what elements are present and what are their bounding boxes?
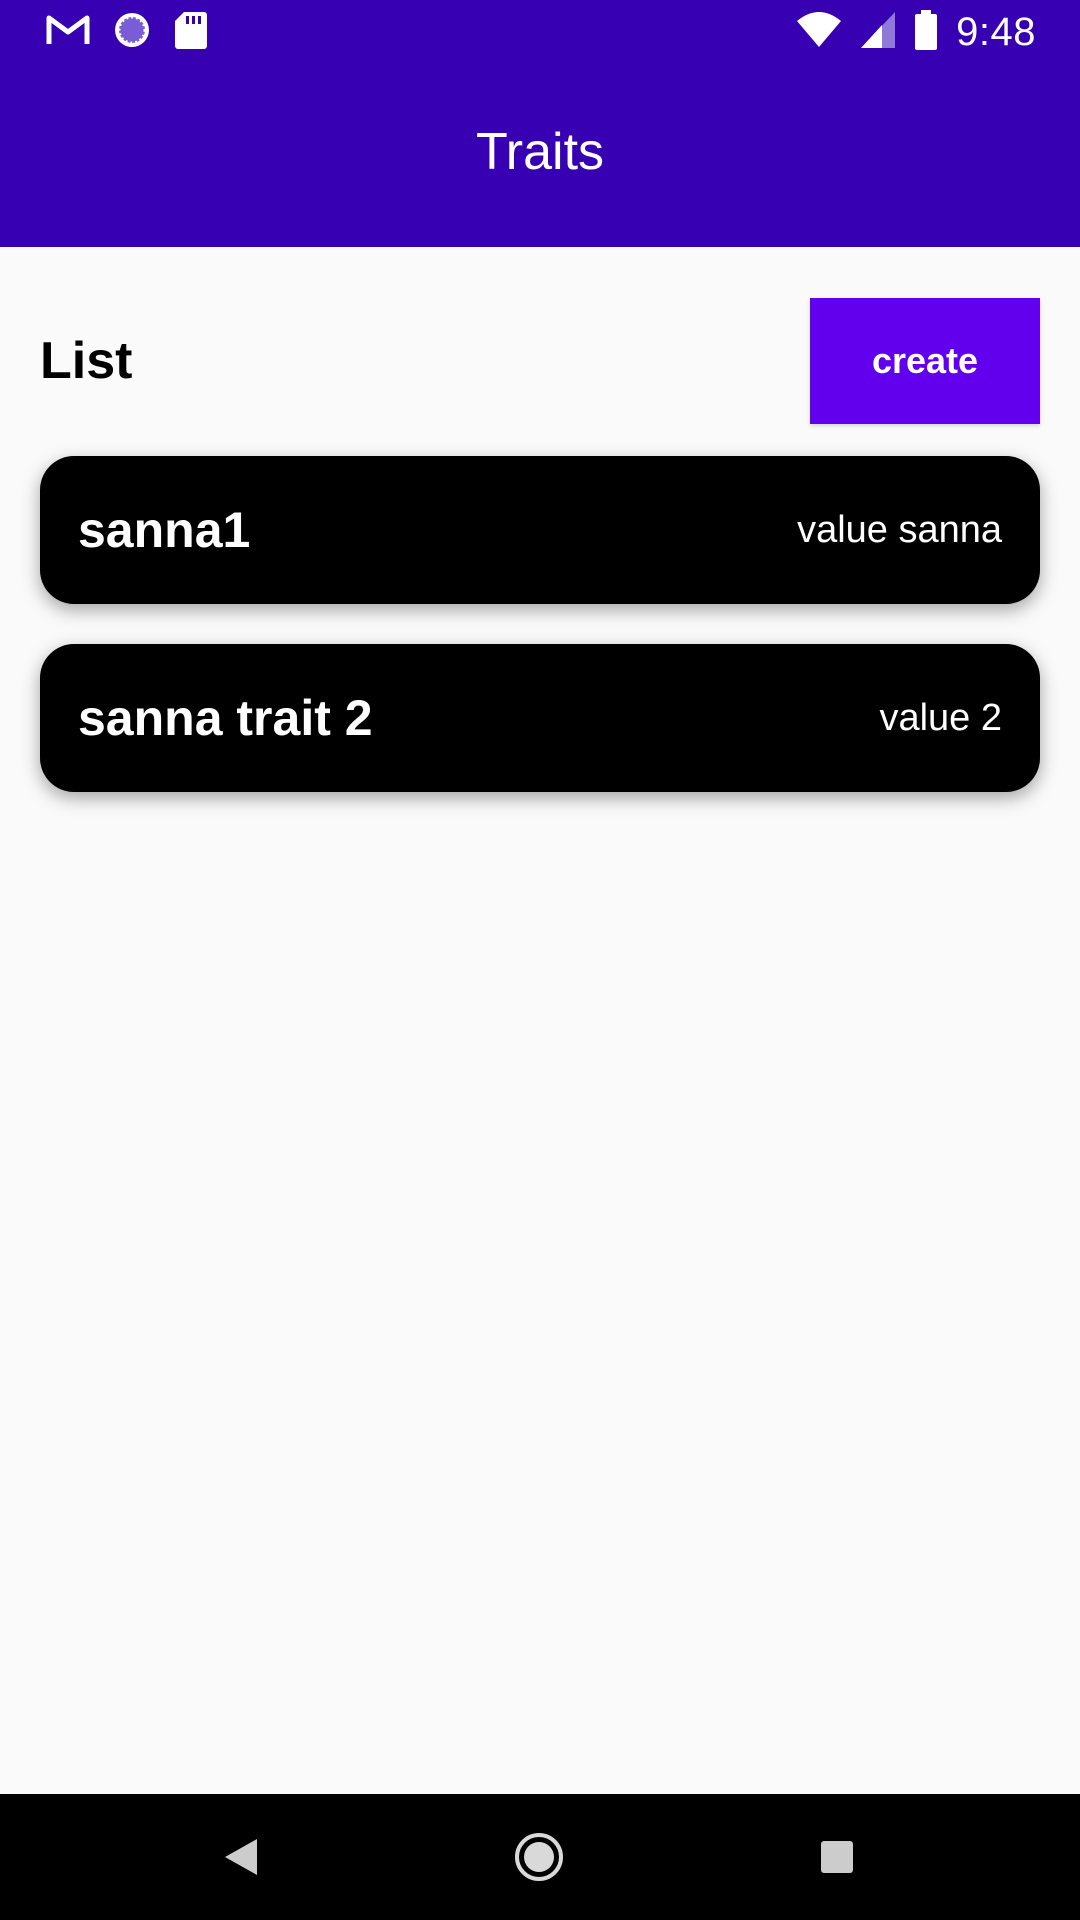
status-right-icons: 9:48 bbox=[796, 9, 1036, 55]
list-header: List create bbox=[40, 298, 1040, 425]
status-bar: 9:48 bbox=[0, 0, 1080, 64]
screen: 9:48 Traits List create sanna1 value san… bbox=[0, 0, 1080, 1920]
sd-card-icon bbox=[174, 10, 208, 55]
cell-signal-icon bbox=[860, 11, 896, 54]
trait-name: sanna trait 2 bbox=[78, 690, 373, 746]
trait-name: sanna1 bbox=[78, 502, 251, 558]
create-button[interactable]: create bbox=[810, 298, 1040, 424]
trait-card-sanna1[interactable]: sanna1 value sanna bbox=[40, 456, 1040, 604]
app-title: Traits bbox=[475, 122, 605, 181]
trait-list: sanna1 value sanna sanna trait 2 value 2 bbox=[0, 448, 1080, 792]
status-left-icons bbox=[46, 10, 208, 54]
trait-row: sanna1 value sanna bbox=[0, 448, 1080, 604]
home-button[interactable] bbox=[479, 1794, 599, 1920]
gmail-icon bbox=[46, 13, 90, 52]
trait-card-sanna-trait-2[interactable]: sanna trait 2 value 2 bbox=[40, 644, 1040, 792]
sync-icon bbox=[112, 10, 152, 55]
wifi-icon bbox=[796, 11, 842, 54]
recents-icon bbox=[821, 1841, 853, 1873]
list-title: List bbox=[40, 332, 133, 390]
back-icon bbox=[225, 1839, 257, 1875]
app-bar: Traits bbox=[0, 64, 1080, 247]
back-button[interactable] bbox=[181, 1794, 301, 1920]
navigation-bar bbox=[0, 1794, 1080, 1920]
home-icon bbox=[515, 1833, 563, 1881]
battery-icon bbox=[914, 9, 938, 55]
recents-button[interactable] bbox=[777, 1794, 897, 1920]
trait-value: value 2 bbox=[879, 697, 1002, 739]
trait-value: value sanna bbox=[797, 509, 1002, 551]
status-time: 9:48 bbox=[956, 9, 1036, 54]
trait-row: sanna trait 2 value 2 bbox=[0, 636, 1080, 792]
